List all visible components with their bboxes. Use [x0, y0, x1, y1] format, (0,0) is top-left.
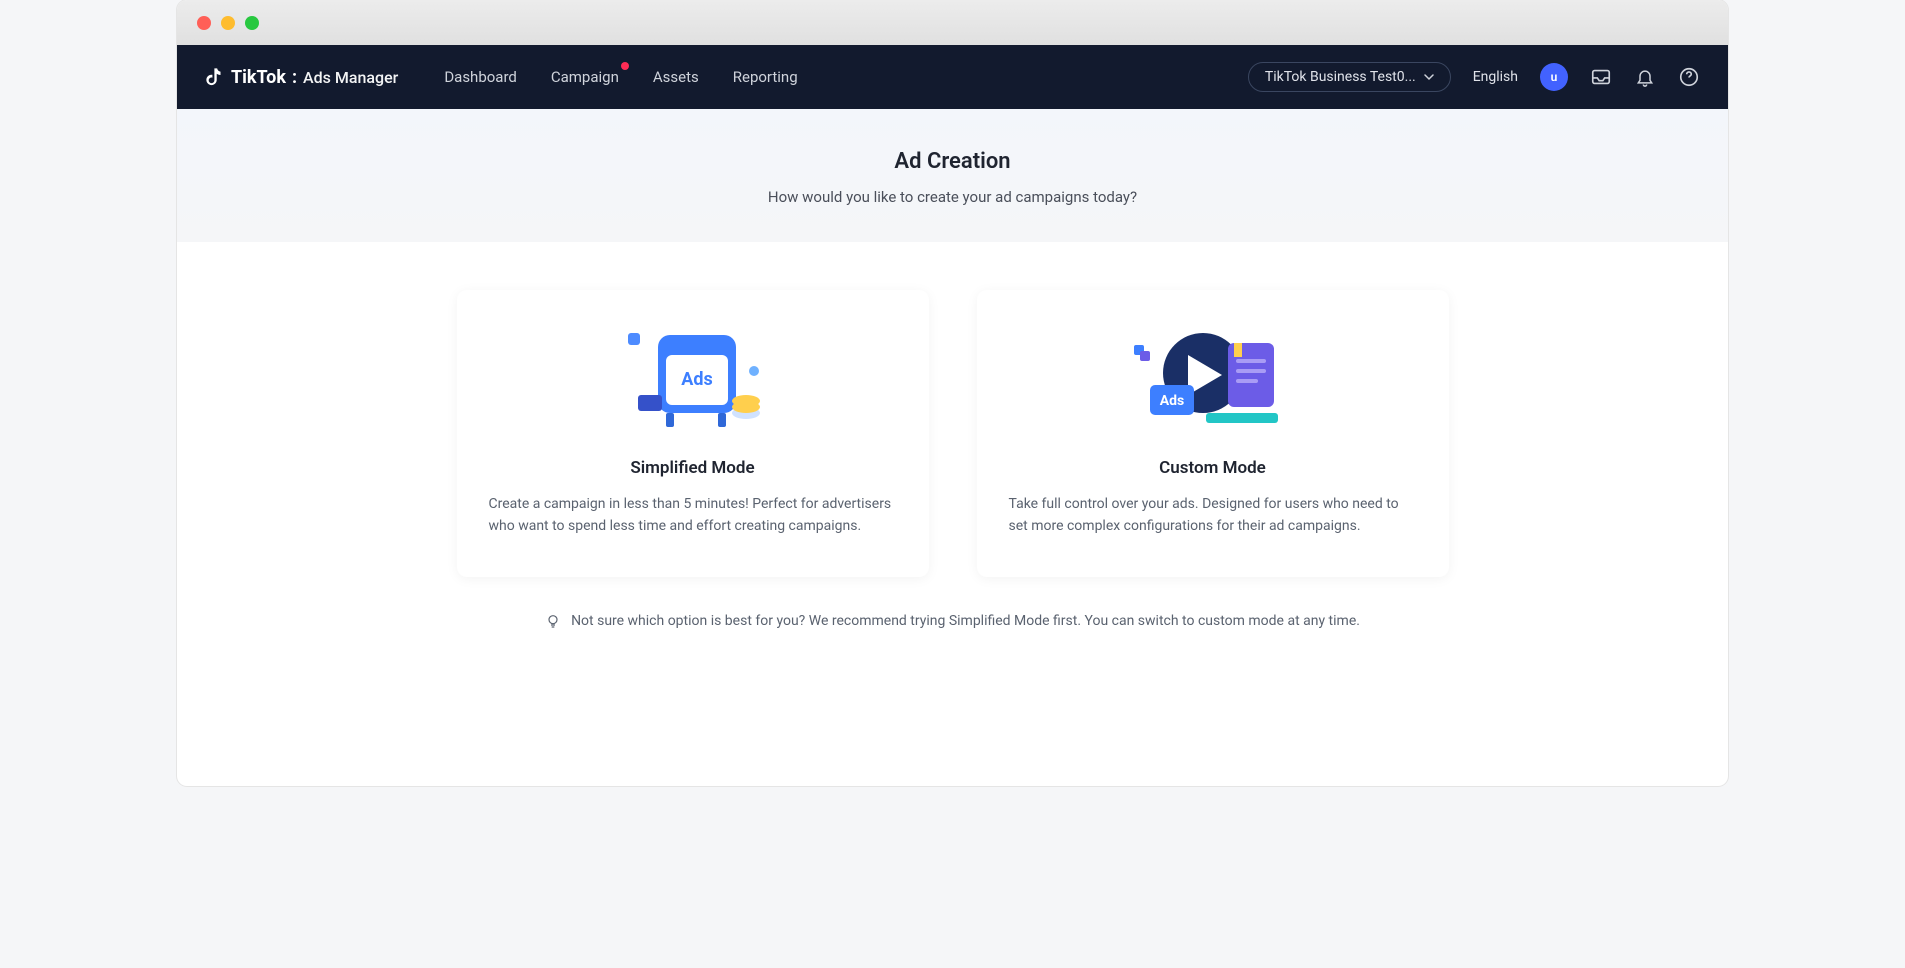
mac-titlebar: [177, 0, 1728, 45]
nav-reporting[interactable]: Reporting: [733, 68, 798, 86]
lightbulb-icon: [545, 613, 561, 629]
top-nav: TikTok: Ads Manager Dashboard Campaign A…: [177, 45, 1728, 109]
custom-mode-title: Custom Mode: [1009, 458, 1417, 478]
nav-assets[interactable]: Assets: [653, 68, 699, 86]
custom-mode-card[interactable]: Ads Custom Mode Take full control over y…: [977, 290, 1449, 577]
nav-dashboard[interactable]: Dashboard: [444, 68, 517, 86]
custom-mode-desc: Take full control over your ads. Designe…: [1009, 494, 1417, 537]
custom-mode-illustration: Ads: [1009, 320, 1417, 440]
tiktok-icon: [205, 66, 225, 88]
simplified-mode-card[interactable]: Ads Simplified Mode Create a campaign in…: [457, 290, 929, 577]
hero-section: Ad Creation How would you like to create…: [177, 109, 1728, 242]
language-switcher[interactable]: English: [1473, 69, 1518, 85]
new-badge-icon: [621, 62, 629, 70]
account-switcher[interactable]: TikTok Business Test0...: [1248, 62, 1451, 92]
window-minimize-button[interactable]: [221, 16, 235, 30]
nav-links: Dashboard Campaign Assets Reporting: [444, 68, 797, 86]
chevron-down-icon: [1424, 72, 1434, 82]
svg-text:Ads: Ads: [681, 369, 712, 390]
account-label: TikTok Business Test0...: [1265, 69, 1416, 85]
brand-product: Ads Manager: [303, 68, 398, 87]
window-close-button[interactable]: [197, 16, 211, 30]
nav-campaign[interactable]: Campaign: [551, 68, 619, 86]
window-zoom-button[interactable]: [245, 16, 259, 30]
user-avatar[interactable]: u: [1540, 63, 1568, 91]
brand-name: TikTok: [231, 67, 286, 88]
page-subtitle: How would you like to create your ad cam…: [177, 188, 1728, 206]
brand-logo[interactable]: TikTok: Ads Manager: [205, 66, 398, 88]
app-window: TikTok: Ads Manager Dashboard Campaign A…: [177, 0, 1728, 786]
nav-campaign-label: Campaign: [551, 68, 619, 86]
simplified-mode-title: Simplified Mode: [489, 458, 897, 478]
nav-reporting-label: Reporting: [733, 68, 798, 86]
bell-icon[interactable]: [1634, 66, 1656, 88]
nav-dashboard-label: Dashboard: [444, 68, 517, 86]
page-title: Ad Creation: [177, 149, 1728, 174]
simplified-mode-illustration: Ads: [489, 320, 897, 440]
language-label: English: [1473, 69, 1518, 85]
inbox-icon[interactable]: [1590, 66, 1612, 88]
hint-row: Not sure which option is best for you? W…: [177, 613, 1728, 629]
svg-text:Ads: Ads: [1159, 393, 1183, 409]
avatar-initial: u: [1551, 70, 1558, 84]
simplified-mode-desc: Create a campaign in less than 5 minutes…: [489, 494, 897, 537]
mode-cards: Ads Simplified Mode Create a campaign in…: [177, 290, 1728, 577]
help-icon[interactable]: [1678, 66, 1700, 88]
brand-sep: :: [292, 67, 297, 88]
nav-assets-label: Assets: [653, 68, 699, 86]
hint-text: Not sure which option is best for you? W…: [571, 613, 1360, 629]
